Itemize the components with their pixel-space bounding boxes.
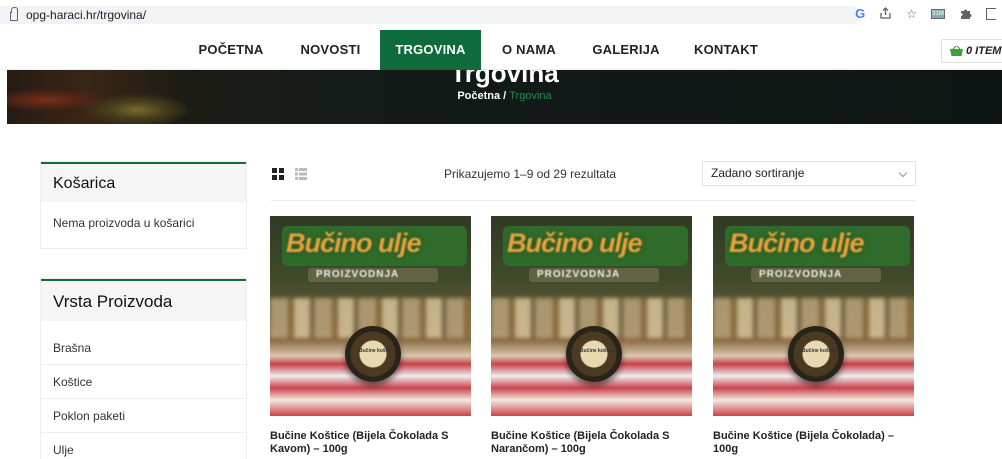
sort-select-value: Zadano sortiranje	[711, 166, 805, 180]
google-icon[interactable]: G	[855, 6, 865, 21]
cart-label: 0 ITEM	[966, 45, 1002, 57]
product-name[interactable]: Bučine Koštice (Bijela Čokolada S Naranč…	[491, 430, 692, 456]
product-image[interactable]: Bučino ulje PROIZVODNJA Bučine koštice	[491, 216, 692, 416]
product-name[interactable]: Bučine Koštice (Bijela Čokolada) – 100g	[713, 430, 914, 456]
nav-item-kontakt[interactable]: KONTAKT	[686, 30, 766, 70]
address-bar[interactable]: opg-haraci.hr/trgovina/	[0, 6, 860, 24]
sort-select[interactable]: Zadano sortiranje	[702, 161, 916, 186]
image-banner-text: Bučino ulje	[729, 228, 865, 258]
category-item-ulje[interactable]: Ulje	[41, 433, 246, 459]
nav-item-trgovina[interactable]: TRGOVINA	[380, 30, 481, 70]
puzzle-icon[interactable]	[959, 7, 972, 20]
cart-button[interactable]: 0 ITEM	[941, 39, 1002, 63]
image-sub-text: PROIZVODNJA	[759, 269, 843, 280]
share-icon[interactable]	[879, 7, 892, 20]
image-tin	[345, 326, 401, 382]
product-image[interactable]: Bučino ulje PROIZVODNJA Bučine koštice	[713, 216, 914, 416]
result-count: Prikazujemo 1–9 od 29 rezultata	[444, 167, 617, 181]
cart-widget-title: Košarica	[41, 162, 246, 202]
extension-icon[interactable]: 31M	[931, 8, 945, 19]
list-view-icon[interactable]	[295, 168, 307, 180]
browser-actions: G ☆ 31M	[855, 6, 996, 21]
page-title: Trgovina	[450, 70, 559, 88]
category-widget: Vrsta Proizvoda Brašna Koštice Poklon pa…	[40, 278, 247, 459]
image-sub-text: PROIZVODNJA	[537, 269, 621, 280]
chevron-down-icon	[898, 168, 908, 178]
cart-widget: Košarica Nema proizvoda u košarici	[40, 161, 247, 249]
nav-item-pocetna[interactable]: POČETNA	[186, 30, 276, 70]
star-icon[interactable]: ☆	[906, 7, 917, 21]
main-nav: POČETNA NOVOSTI TRGOVINA O NAMA GALERIJA…	[0, 30, 1002, 70]
toolbar-divider	[270, 200, 916, 201]
image-tin-label: Bučine koštice	[359, 348, 395, 354]
category-item-poklon-paketi[interactable]: Poklon paketi	[41, 399, 246, 433]
nav-item-novosti[interactable]: NOVOSTI	[288, 30, 373, 70]
category-item-kostice[interactable]: Koštice	[41, 365, 246, 399]
nav-item-o-nama[interactable]: O NAMA	[493, 30, 565, 70]
browser-toolbar: opg-haraci.hr/trgovina/ G ☆ 31M	[0, 0, 1002, 28]
lock-icon[interactable]	[10, 7, 18, 21]
image-banner-text: Bučino ulje	[507, 228, 643, 258]
basket-icon	[950, 46, 963, 56]
image-tin	[788, 326, 844, 382]
image-tin-label: Bučine koštice	[802, 348, 838, 354]
image-banner-text: Bučino ulje	[286, 228, 422, 258]
grid-view-icon[interactable]	[272, 168, 284, 180]
image-tin	[566, 326, 622, 382]
product-image[interactable]: Bučino ulje PROIZVODNJA Bučine koštice	[270, 216, 471, 416]
image-tin-label: Bučine koštice	[580, 348, 616, 354]
product-name[interactable]: Bučine Koštice (Bijela Čokolada S Kavom)…	[270, 430, 471, 456]
breadcrumb-home[interactable]: Početna /	[457, 90, 506, 102]
product-card[interactable]: Bučino ulje PROIZVODNJA Bučine koštice B…	[270, 216, 471, 456]
image-sub-text: PROIZVODNJA	[316, 269, 400, 280]
url-text[interactable]: opg-haraci.hr/trgovina/	[26, 8, 146, 22]
breadcrumb: Početna / Trgovina	[7, 90, 1002, 102]
cart-empty-text: Nema proizvoda u košarici	[53, 216, 195, 230]
page-hero: Trgovina Početna / Trgovina	[7, 70, 1002, 124]
breadcrumb-current: Trgovina	[509, 90, 552, 102]
product-card[interactable]: Bučino ulje PROIZVODNJA Bučine koštice B…	[713, 216, 914, 456]
category-item-brasna[interactable]: Brašna	[41, 331, 246, 365]
product-card[interactable]: Bučino ulje PROIZVODNJA Bučine koštice B…	[491, 216, 692, 456]
nav-item-galerija[interactable]: GALERIJA	[582, 30, 670, 70]
category-widget-title: Vrsta Proizvoda	[41, 279, 246, 321]
side-panel-icon[interactable]	[986, 7, 996, 20]
